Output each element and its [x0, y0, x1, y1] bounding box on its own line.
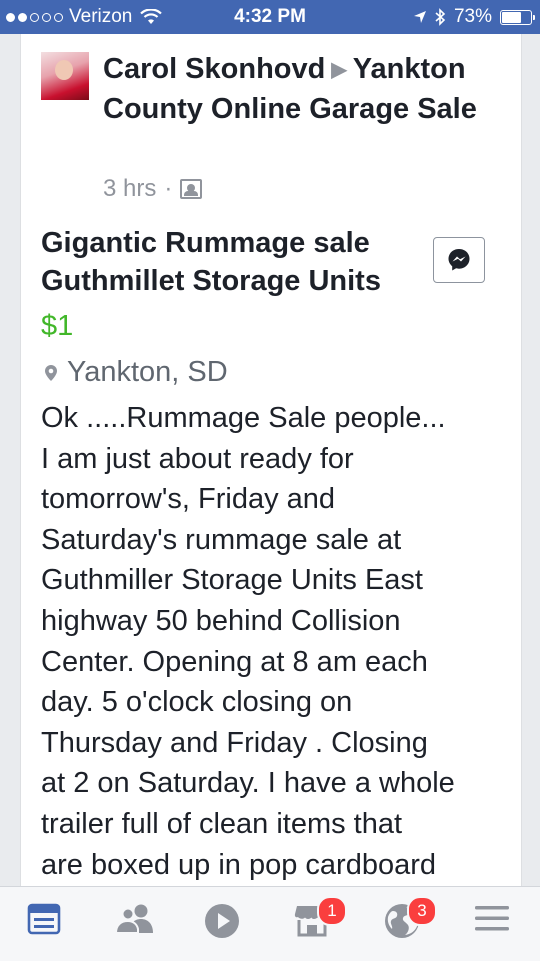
group-privacy-icon [180, 179, 203, 199]
location-text: Yankton, SD [67, 356, 228, 388]
battery-icon [500, 9, 535, 25]
tab-bar: 1 3 [0, 886, 540, 961]
listing-price: $1 [41, 310, 74, 342]
meta-separator: · [164, 175, 173, 202]
menu-icon [475, 906, 509, 931]
battery-level [502, 11, 521, 23]
location-arrow-icon [413, 11, 426, 23]
listing-description: Ok .....Rummage Sale people... I am just… [41, 402, 455, 881]
location-pin-icon [45, 364, 57, 381]
listing-location: Yankton, SD [45, 356, 228, 389]
arrow-right-icon: ▶ [331, 59, 347, 81]
post-header: Carol Skonhovd ▶ Yankton County Online Gar… [103, 50, 503, 129]
video-play-icon [205, 904, 239, 938]
bluetooth-icon [435, 8, 446, 26]
post-time[interactable]: 3 hrs [103, 175, 156, 203]
listing-title: Gigantic Rummage sale Guthmillet Storage… [41, 227, 381, 297]
tab-menu[interactable] [474, 903, 514, 943]
news-feed-icon [27, 903, 61, 935]
tab-marketplace[interactable]: 1 [294, 896, 347, 943]
tab-friends[interactable] [114, 903, 155, 943]
tab-video[interactable] [204, 903, 244, 943]
messenger-icon [448, 249, 470, 271]
status-bar: Verizon 4:32 PM 73% [0, 0, 540, 34]
avatar[interactable] [41, 52, 89, 100]
post-card: Carol Skonhovd ▶ Yankton County Online Gar… [20, 34, 522, 886]
status-bar-right: 73% [413, 6, 535, 28]
friends-icon [114, 904, 153, 934]
post-meta: 3 hrs · [103, 175, 203, 203]
author-name[interactable]: Carol Skonhovd [103, 53, 325, 85]
battery-percent: 73% [453, 6, 492, 27]
marketplace-badge: 1 [317, 896, 347, 926]
tab-news-feed[interactable] [27, 903, 67, 943]
notifications-badge: 3 [407, 896, 437, 926]
tab-notifications[interactable]: 3 [384, 896, 437, 943]
message-seller-button[interactable] [433, 237, 485, 283]
